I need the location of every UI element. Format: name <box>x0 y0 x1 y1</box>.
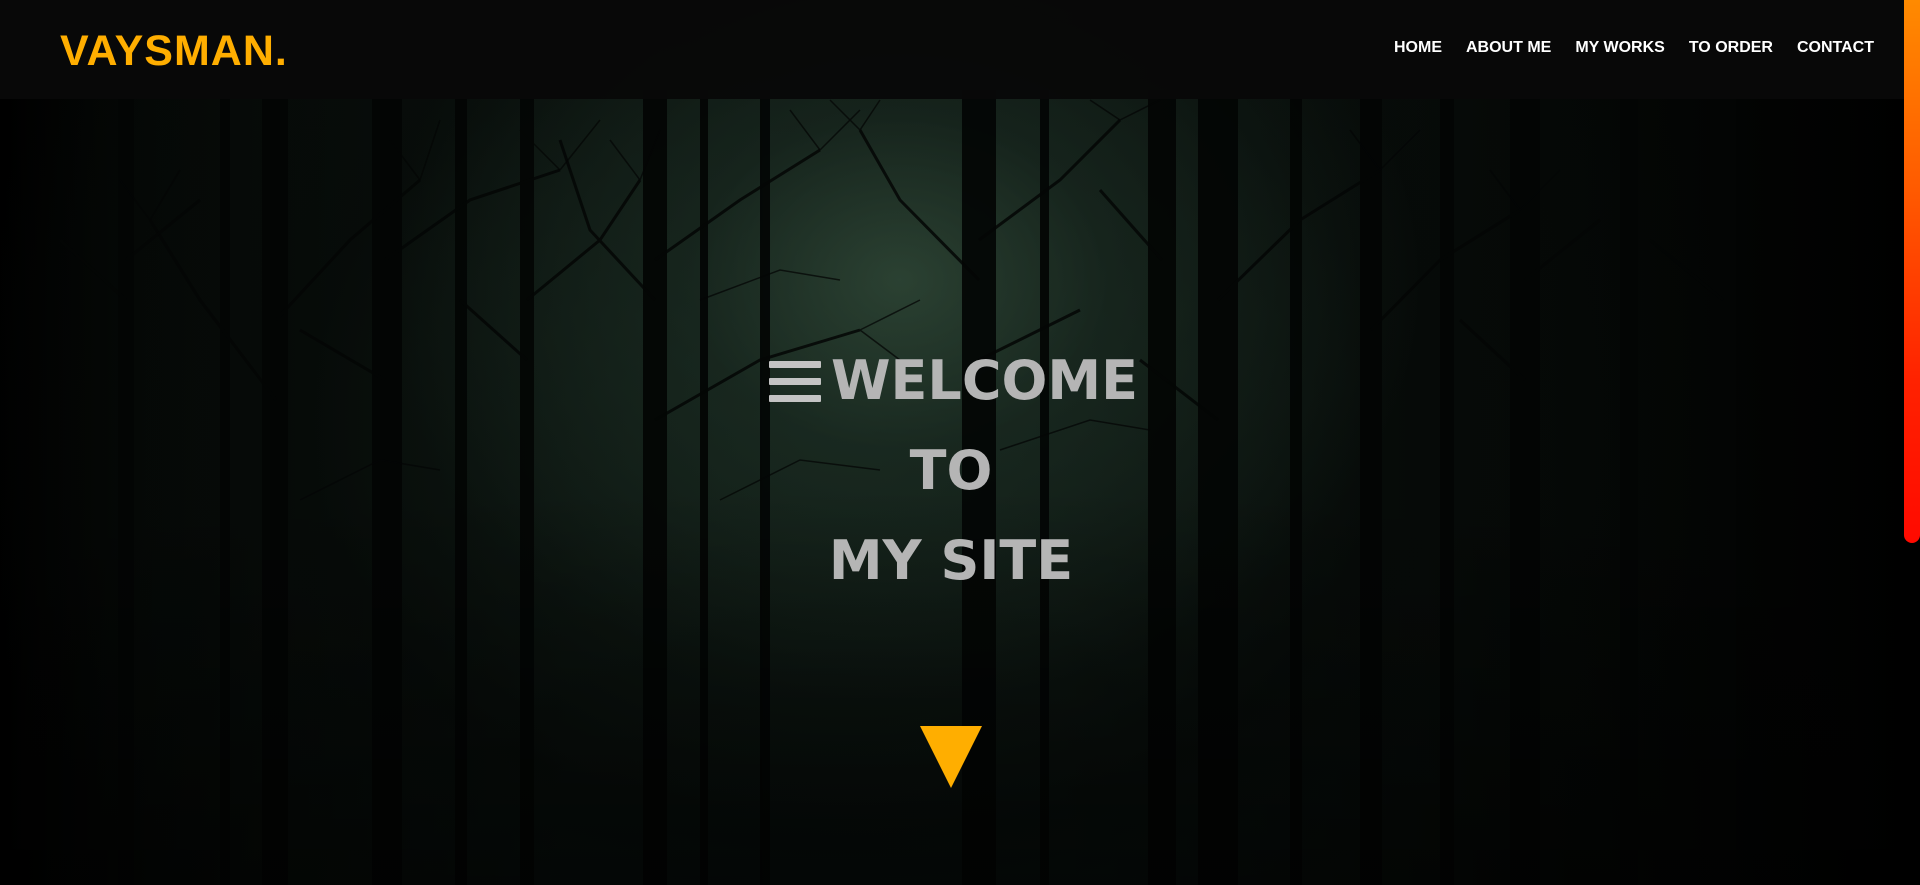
hero-title-line-1: WELCOME <box>768 336 1139 426</box>
main-nav: HOME ABOUT ME MY WORKS TO ORDER CONTACT <box>1394 38 1874 58</box>
scrollbar[interactable] <box>1902 0 1920 885</box>
nav-my-works[interactable]: MY WORKS <box>1575 38 1664 58</box>
nav-about-me[interactable]: ABOUT ME <box>1466 38 1551 58</box>
page: VAYSMAN. HOME ABOUT ME MY WORKS TO ORDER… <box>0 0 1920 885</box>
hero-title-line-3: MY SITE <box>828 529 1074 592</box>
triangle-down-icon[interactable] <box>920 726 982 788</box>
hero-title-line-2: TO <box>909 439 993 502</box>
scrollbar-thumb[interactable] <box>1904 0 1920 543</box>
site-logo[interactable]: VAYSMAN. <box>60 26 288 76</box>
hero-title-welcome: WELCOME <box>830 349 1139 412</box>
nav-contact[interactable]: CONTACT <box>1797 38 1874 58</box>
site-header: VAYSMAN. HOME ABOUT ME MY WORKS TO ORDER… <box>0 0 1920 99</box>
hero-title: WELCOME TO MY SITE <box>0 336 1902 606</box>
nav-to-order[interactable]: TO ORDER <box>1689 38 1773 58</box>
hamburger-menu-icon[interactable] <box>768 358 821 404</box>
nav-home[interactable]: HOME <box>1394 38 1442 58</box>
